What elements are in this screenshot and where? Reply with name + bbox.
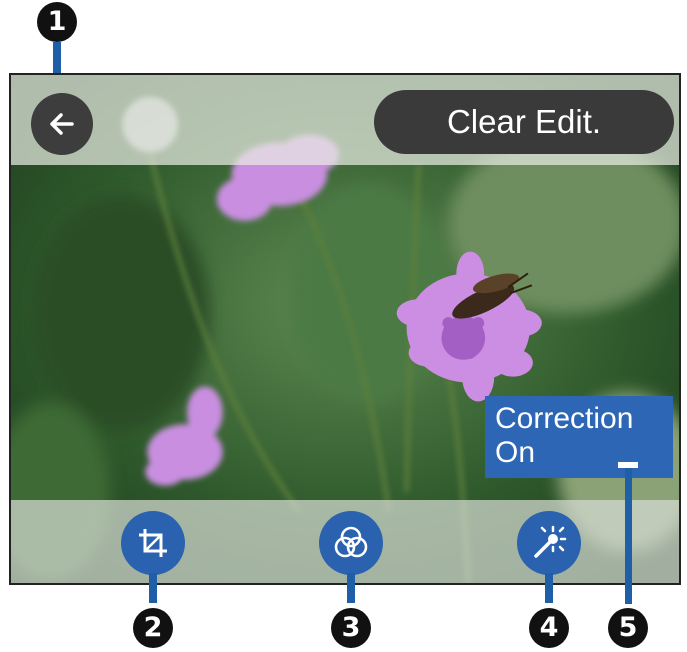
filter-circles-icon — [334, 526, 368, 558]
callout-badge-2: 2 — [133, 608, 173, 648]
callout-badge-5: 5 — [608, 608, 648, 648]
filter-button[interactable] — [319, 511, 383, 575]
crop-button[interactable] — [121, 511, 185, 575]
crop-icon — [139, 529, 167, 557]
adjust-button[interactable] — [517, 511, 581, 575]
callout-badge-1: 1 — [37, 2, 77, 42]
callout-leader-4 — [545, 573, 553, 603]
brightness-sparkle-icon — [534, 525, 567, 558]
arrow-left-icon — [50, 113, 74, 135]
callout-badge-3: 3 — [331, 608, 371, 648]
callout-badge-4: 4 — [529, 608, 569, 648]
clear-edit-button[interactable]: Clear Edit. — [374, 90, 674, 154]
back-button[interactable] — [31, 93, 93, 155]
callout-leader-5 — [625, 462, 632, 604]
callout-leader-5-top — [618, 462, 638, 468]
callout-leader-2 — [149, 573, 157, 603]
photo-edit-screen: Clear Edit. Correction On — [9, 73, 681, 585]
callout-leader-3 — [347, 573, 355, 603]
correction-toggle-button[interactable]: Correction On — [485, 396, 673, 478]
